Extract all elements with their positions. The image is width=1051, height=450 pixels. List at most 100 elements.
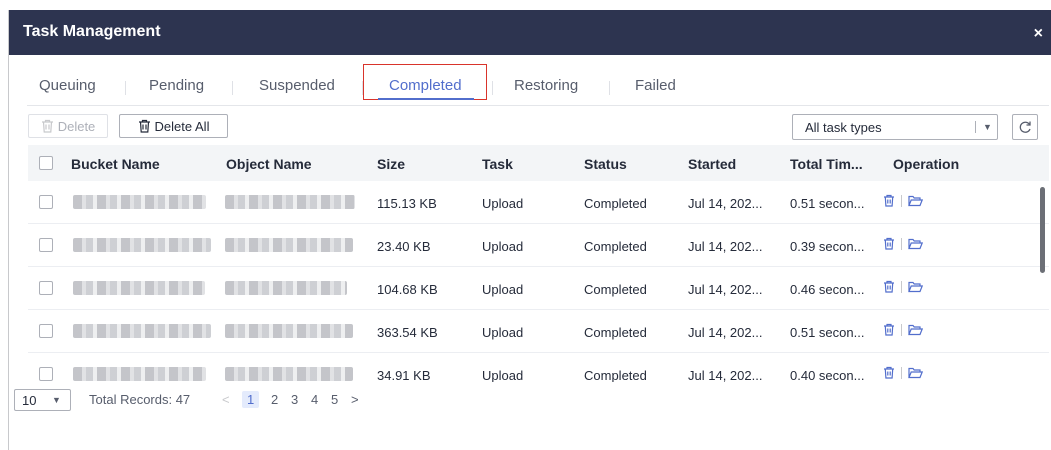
row-checkbox[interactable] xyxy=(39,324,53,338)
column-operation: Operation xyxy=(893,156,960,172)
cell-task: Upload xyxy=(482,368,524,382)
tab-completed[interactable]: Completed xyxy=(389,77,462,94)
column-task[interactable]: Task xyxy=(482,156,513,172)
folder-open-icon[interactable] xyxy=(908,195,923,207)
cell-total-time: 0.40 secon... xyxy=(790,368,865,382)
page-5[interactable]: 5 xyxy=(331,392,338,407)
delete-icon[interactable] xyxy=(883,366,895,379)
cell-size: 34.91 KB xyxy=(377,368,431,382)
trash-icon xyxy=(41,119,53,133)
row-operations xyxy=(883,366,923,379)
folder-open-icon[interactable] xyxy=(908,324,923,336)
task-type-select[interactable]: All task types ▼ xyxy=(792,114,998,140)
tab-pending[interactable]: Pending xyxy=(149,77,204,94)
cell-started: Jul 14, 202... xyxy=(688,239,763,254)
prev-page-button[interactable]: < xyxy=(222,392,230,407)
page-4[interactable]: 4 xyxy=(311,392,318,407)
operation-separator xyxy=(901,194,902,207)
tab-failed[interactable]: Failed xyxy=(635,77,676,94)
tab-restoring[interactable]: Restoring xyxy=(514,77,578,94)
close-icon[interactable]: × xyxy=(1034,26,1043,42)
cell-started: Jul 14, 202... xyxy=(688,325,763,340)
operation-separator xyxy=(901,323,902,336)
refresh-button[interactable] xyxy=(1012,114,1038,140)
table-header: Bucket Name Object Name Size Task Status… xyxy=(28,145,1049,181)
bucket-name-redacted xyxy=(73,195,206,209)
dialog-title: Task Management xyxy=(23,23,161,40)
page-1[interactable]: 1 xyxy=(242,391,260,408)
cell-total-time: 0.51 secon... xyxy=(790,325,865,340)
cell-size: 115.13 KB xyxy=(377,196,437,211)
delete-icon[interactable] xyxy=(883,237,895,250)
table-row[interactable]: 363.54 KB Upload Completed Jul 14, 202..… xyxy=(28,310,1049,353)
column-size[interactable]: Size xyxy=(377,156,405,172)
cell-size: 104.68 KB xyxy=(377,282,438,297)
operation-separator xyxy=(901,237,902,250)
select-all-checkbox[interactable] xyxy=(39,156,53,170)
bucket-name-redacted xyxy=(73,238,211,252)
dialog-title-bar: Task Management × xyxy=(9,10,1051,55)
cell-started: Jul 14, 202... xyxy=(688,196,763,211)
delete-icon[interactable] xyxy=(883,323,895,336)
page-size-value: 10 xyxy=(22,393,37,408)
column-total-time[interactable]: Total Tim... xyxy=(790,156,863,172)
delete-label: Delete xyxy=(57,118,96,134)
cell-total-time: 0.46 secon... xyxy=(790,282,865,297)
trash-icon xyxy=(138,119,150,133)
delete-button[interactable]: Delete xyxy=(28,114,108,138)
page-2[interactable]: 2 xyxy=(271,392,278,407)
folder-open-icon[interactable] xyxy=(908,281,923,293)
row-checkbox[interactable] xyxy=(39,195,53,209)
table-row[interactable]: 34.91 KB Upload Completed Jul 14, 202...… xyxy=(28,353,1049,382)
cell-status: Completed xyxy=(584,196,647,211)
operation-separator xyxy=(901,280,902,293)
cell-started: Jul 14, 202... xyxy=(688,282,763,297)
tasks-table: Bucket Name Object Name Size Task Status… xyxy=(28,145,1049,382)
cell-status: Completed xyxy=(584,282,647,297)
select-separator xyxy=(975,121,976,133)
page-size-select[interactable]: 10 ▼ xyxy=(14,389,71,411)
cell-total-time: 0.39 secon... xyxy=(790,239,865,254)
folder-open-icon[interactable] xyxy=(908,238,923,250)
tab-separator xyxy=(232,81,233,95)
tab-separator xyxy=(492,81,493,95)
delete-icon[interactable] xyxy=(883,194,895,207)
tab-queuing[interactable]: Queuing xyxy=(39,77,96,94)
column-bucket-name[interactable]: Bucket Name xyxy=(71,156,160,172)
cell-total-time: 0.51 secon... xyxy=(790,196,865,211)
table-row[interactable]: 23.40 KB Upload Completed Jul 14, 202...… xyxy=(28,224,1049,267)
object-name-redacted xyxy=(225,367,353,381)
row-operations xyxy=(883,237,923,250)
tab-suspended[interactable]: Suspended xyxy=(259,77,335,94)
cell-status: Completed xyxy=(584,325,647,340)
delete-all-label: Delete All xyxy=(154,118,210,134)
tab-separator xyxy=(609,81,610,95)
cell-task: Upload xyxy=(482,239,524,254)
row-checkbox[interactable] xyxy=(39,281,53,295)
task-management-dialog: Task Management × Queuing Pending Suspen… xyxy=(9,10,1051,450)
column-status[interactable]: Status xyxy=(584,156,627,172)
bucket-name-redacted xyxy=(73,324,211,338)
delete-all-button[interactable]: Delete All xyxy=(119,114,228,138)
row-checkbox[interactable] xyxy=(39,238,53,252)
toolbar: Delete Delete All All task types ▼ xyxy=(9,106,1049,140)
folder-open-icon[interactable] xyxy=(908,367,923,379)
task-tabs: Queuing Pending Suspended Completed Rest… xyxy=(9,55,1049,106)
delete-icon[interactable] xyxy=(883,280,895,293)
column-started[interactable]: Started xyxy=(688,156,736,172)
next-page-button[interactable]: > xyxy=(351,392,359,407)
cell-task: Upload xyxy=(482,325,524,340)
table-scrollbar[interactable] xyxy=(1040,187,1045,273)
table-row[interactable]: 115.13 KB Upload Completed Jul 14, 202..… xyxy=(28,181,1049,224)
cell-status: Completed xyxy=(584,239,647,254)
page-3[interactable]: 3 xyxy=(291,392,298,407)
row-operations xyxy=(883,323,923,336)
row-operations xyxy=(883,280,923,293)
task-type-value: All task types xyxy=(805,120,882,135)
column-object-name[interactable]: Object Name xyxy=(226,156,312,172)
cell-size: 363.54 KB xyxy=(377,325,438,340)
total-records: Total Records: 47 xyxy=(89,392,191,407)
table-row[interactable]: 104.68 KB Upload Completed Jul 14, 202..… xyxy=(28,267,1049,310)
row-checkbox[interactable] xyxy=(39,367,53,381)
chevron-down-icon: ▼ xyxy=(52,395,61,405)
